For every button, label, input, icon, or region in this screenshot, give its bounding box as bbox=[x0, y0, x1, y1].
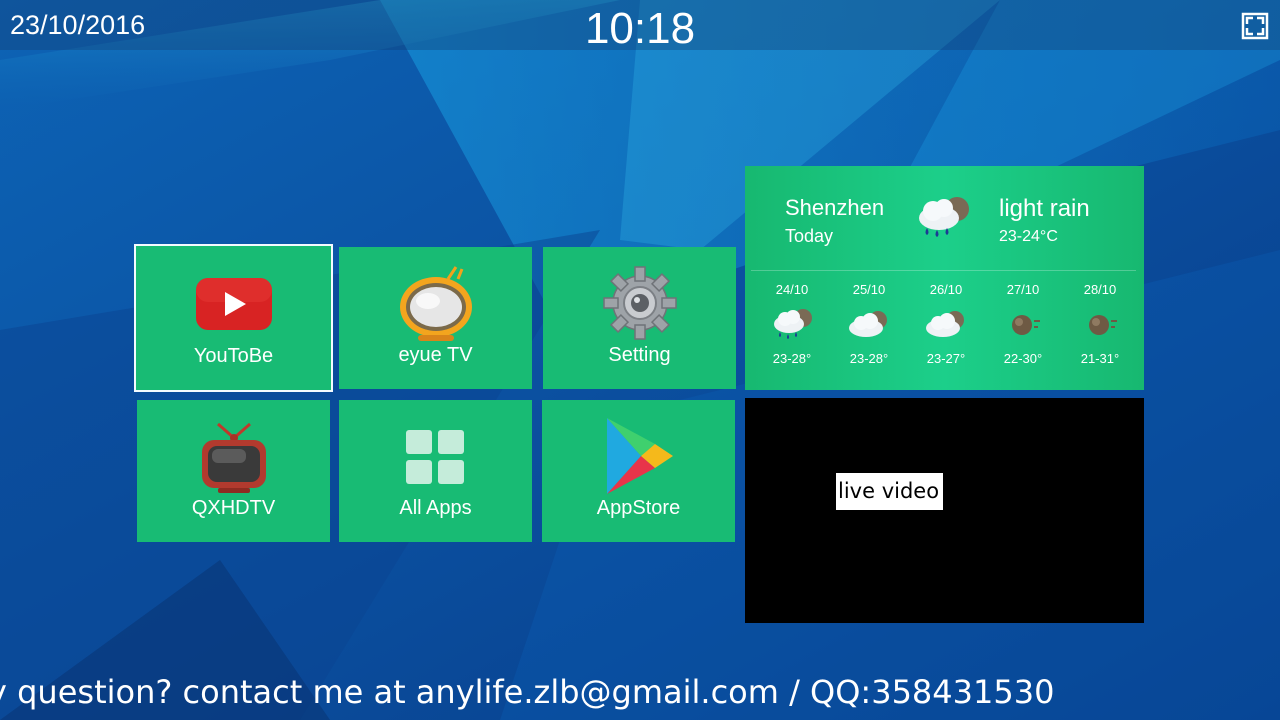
app-tile-setting[interactable]: Setting bbox=[543, 247, 736, 389]
weather-widget[interactable]: Shenzhen Today light rain 23-24°C 24/10 … bbox=[745, 166, 1144, 390]
app-tile-eyue-tv[interactable]: eyue TV bbox=[339, 247, 532, 389]
weather-condition: light rain bbox=[999, 195, 1090, 222]
play-store-icon bbox=[601, 416, 677, 500]
forecast-date: 25/10 bbox=[852, 282, 886, 297]
weather-range: 23-24°C bbox=[999, 228, 1058, 245]
forecast-day: 25/10 23-28° bbox=[829, 282, 909, 366]
status-bar: 23/10/2016 10:18 bbox=[0, 0, 1280, 53]
forecast-date: 28/10 bbox=[1083, 282, 1117, 297]
app-tile-all-apps[interactable]: All Apps bbox=[339, 400, 532, 542]
fullscreen-icon[interactable] bbox=[1241, 12, 1269, 40]
forecast-date: 26/10 bbox=[929, 282, 963, 297]
contact-ticker: y question? contact me at anylife.zlb@gm… bbox=[0, 673, 1055, 711]
weather-divider bbox=[751, 270, 1136, 271]
gear-icon bbox=[602, 265, 678, 345]
clock-text: 10:18 bbox=[584, 4, 696, 53]
forecast-temp: 23-28° bbox=[849, 351, 889, 366]
haze-icon bbox=[1089, 315, 1117, 335]
forecast-day: 26/10 23-27° bbox=[906, 282, 986, 366]
forecast-date: 24/10 bbox=[775, 282, 809, 297]
app-label: QXHDTV bbox=[191, 497, 276, 519]
tv-icon bbox=[196, 420, 272, 500]
live-video-panel[interactable]: live video bbox=[745, 398, 1144, 623]
app-tile-appstore[interactable]: AppStore bbox=[542, 400, 735, 542]
youtube-icon bbox=[194, 276, 274, 336]
forecast-temp: 21-31° bbox=[1080, 351, 1120, 366]
partly-cloudy-icon bbox=[926, 311, 964, 337]
app-tile-qxhdtv[interactable]: QXHDTV bbox=[137, 400, 330, 542]
weather-day: Today bbox=[785, 226, 834, 246]
app-label: Setting bbox=[608, 344, 671, 366]
rain-cloud-icon bbox=[911, 194, 973, 247]
partly-cloudy-icon bbox=[849, 311, 887, 337]
forecast-day: 27/10 22-30° bbox=[983, 282, 1063, 366]
rain-cloud-icon bbox=[774, 309, 812, 339]
app-label: All Apps bbox=[399, 497, 472, 519]
forecast-temp: 23-27° bbox=[926, 351, 966, 366]
app-label: eyue TV bbox=[398, 344, 473, 366]
forecast-date: 27/10 bbox=[1006, 282, 1040, 297]
live-video-label: live video bbox=[836, 473, 944, 510]
forecast-temp: 23-28° bbox=[772, 351, 812, 366]
weather-city: Shenzhen bbox=[785, 195, 885, 220]
forecast-temp: 22-30° bbox=[1003, 351, 1043, 366]
retro-tv-icon bbox=[396, 265, 476, 347]
forecast-day: 24/10 23-28° bbox=[752, 282, 832, 366]
forecast-day: 28/10 21-31° bbox=[1060, 282, 1140, 366]
app-tile-youtube[interactable]: YouToBe bbox=[134, 244, 333, 392]
haze-icon bbox=[1012, 315, 1040, 335]
grid-icon bbox=[404, 428, 468, 492]
app-label: YouToBe bbox=[193, 345, 274, 367]
app-label: AppStore bbox=[596, 497, 681, 519]
date-text: 23/10/2016 bbox=[10, 10, 146, 40]
